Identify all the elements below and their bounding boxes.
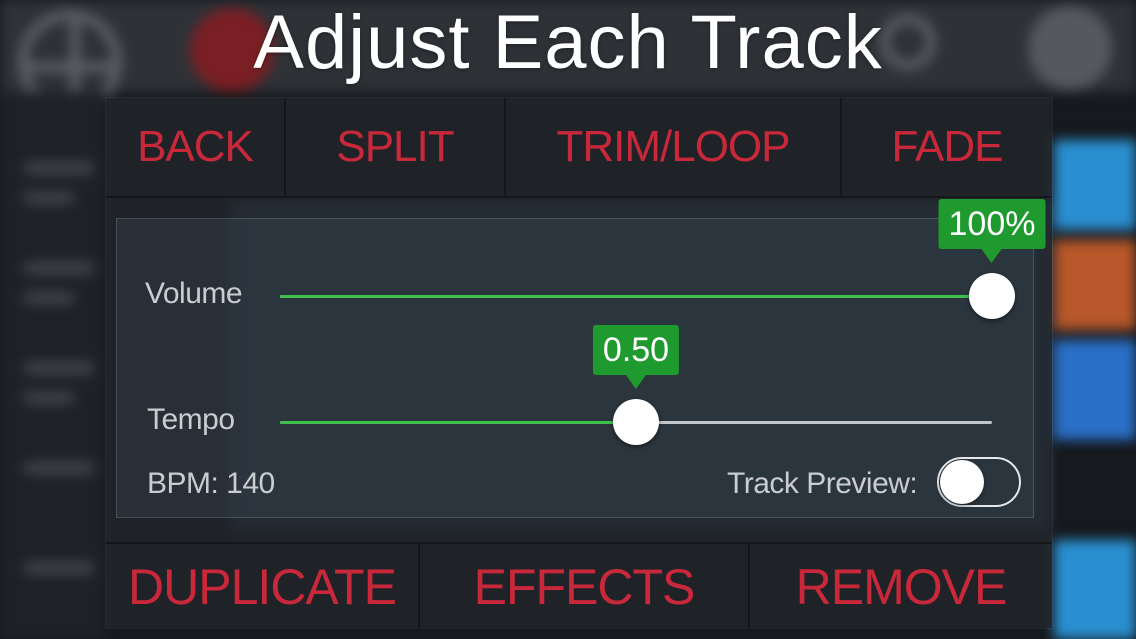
volume-value-tooltip: 100%: [938, 199, 1046, 263]
bottom-menu: DUPLICATE EFFECTS REMOVE: [106, 542, 1052, 630]
track-preview-label: Track Preview:: [727, 467, 918, 500]
volume-slider-fill: [280, 295, 992, 298]
volume-slider[interactable]: 100%: [280, 199, 1046, 319]
tempo-slider-fill: [280, 421, 636, 424]
effects-button[interactable]: EFFECTS: [420, 544, 750, 630]
tempo-slider[interactable]: 0.50: [280, 325, 992, 445]
sidebar-placeholder: [24, 162, 94, 174]
sidebar-placeholder: [24, 362, 94, 374]
background-clip: [1054, 240, 1136, 330]
background-clip: [1054, 540, 1136, 639]
sidebar-placeholder: [24, 562, 94, 574]
track-preview-toggle[interactable]: [937, 457, 1021, 507]
split-button[interactable]: SPLIT: [286, 98, 506, 196]
sidebar-placeholder: [24, 462, 94, 474]
duplicate-button[interactable]: DUPLICATE: [106, 544, 420, 630]
track-edit-panel: BACK SPLIT TRIM/LOOP FADE Volume 100% Te…: [106, 98, 1052, 630]
background-sidebar: [0, 92, 106, 639]
sidebar-placeholder: [24, 262, 94, 274]
sidebar-placeholder: [24, 192, 74, 204]
track-preview-toggle-knob: [940, 460, 984, 504]
fade-button[interactable]: FADE: [842, 98, 1052, 196]
tempo-label: Tempo: [147, 403, 235, 436]
trim-loop-button[interactable]: TRIM/LOOP: [506, 98, 842, 196]
tempo-value-tooltip: 0.50: [592, 325, 680, 389]
tempo-slider-thumb[interactable]: [613, 399, 659, 445]
volume-label: Volume: [145, 277, 243, 310]
back-button[interactable]: BACK: [106, 98, 286, 196]
remove-button[interactable]: REMOVE: [750, 544, 1052, 630]
sidebar-placeholder: [24, 392, 74, 404]
background-clip: [1054, 340, 1136, 440]
page-title: Adjust Each Track: [253, 0, 883, 85]
volume-slider-thumb[interactable]: [969, 273, 1015, 319]
top-menu: BACK SPLIT TRIM/LOOP FADE: [106, 98, 1052, 198]
sidebar-placeholder: [24, 292, 74, 304]
bpm-readout: BPM: 140: [147, 467, 275, 500]
track-controls: Volume 100% Tempo 0.50 BPM: 140 Track Pr…: [116, 199, 1046, 518]
background-clip: [1054, 140, 1136, 230]
